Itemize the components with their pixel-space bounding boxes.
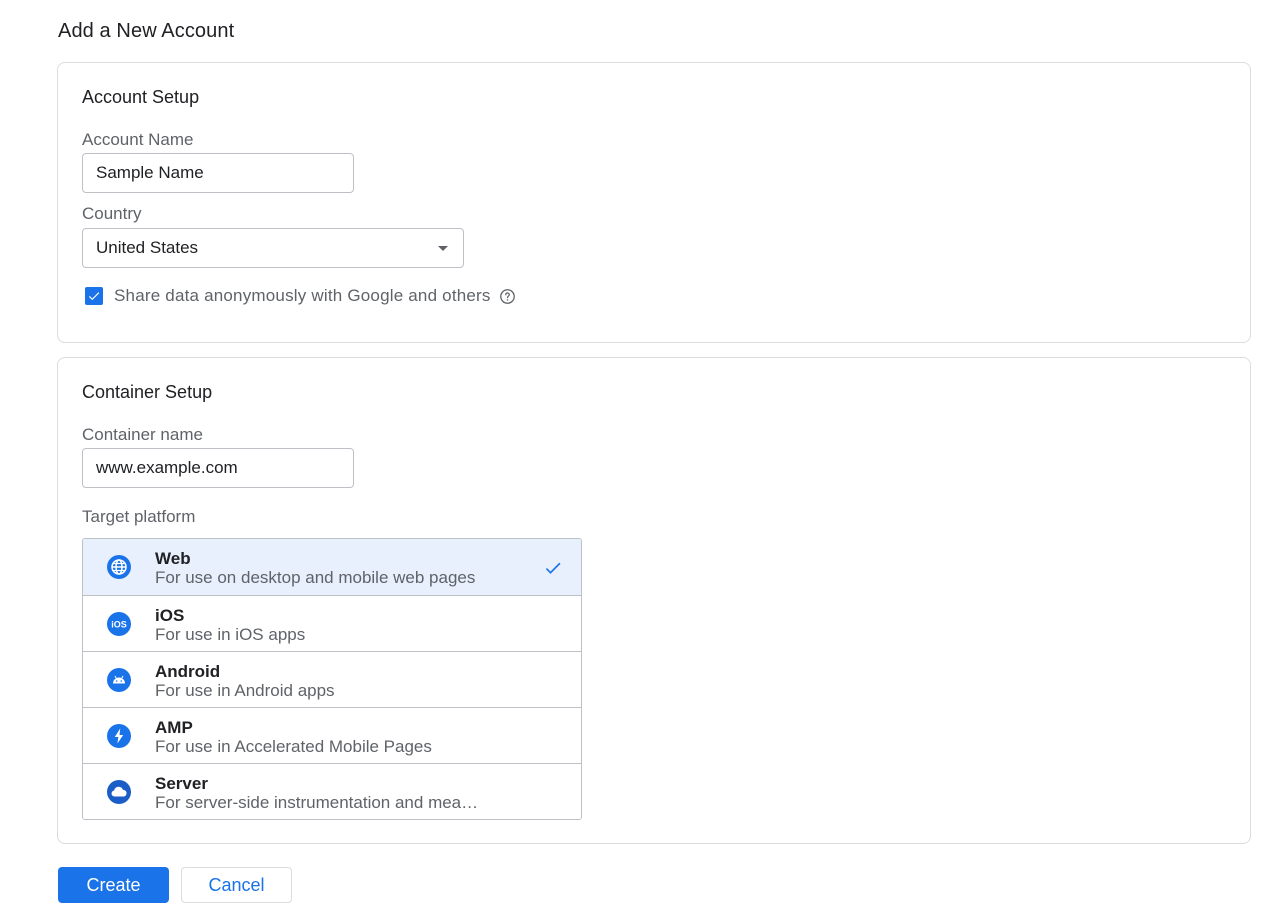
platform-description: For use in Android apps	[155, 682, 335, 700]
platform-option-web[interactable]: Web For use on desktop and mobile web pa…	[83, 539, 581, 595]
platform-option-ios[interactable]: iOS iOS For use in iOS apps	[83, 595, 581, 651]
ios-icon: iOS	[107, 612, 131, 636]
account-name-input[interactable]	[82, 153, 354, 193]
platform-option-server[interactable]: Server For server-side instrumentation a…	[83, 763, 581, 819]
container-name-label: Container name	[82, 425, 203, 444]
container-setup-title: Container Setup	[82, 382, 213, 402]
platform-description: For server-side instrumentation and meas…	[155, 794, 485, 812]
share-data-checkbox[interactable]	[85, 287, 103, 305]
country-select[interactable]: United States	[82, 228, 464, 268]
platform-option-amp[interactable]: AMP For use in Accelerated Mobile Pages	[83, 707, 581, 763]
selected-check-icon	[543, 558, 563, 583]
account-setup-title: Account Setup	[82, 87, 200, 107]
platform-description: For use in Accelerated Mobile Pages	[155, 738, 432, 756]
cloud-icon	[107, 780, 131, 804]
platform-name: AMP	[155, 718, 193, 737]
lightning-icon	[107, 724, 131, 748]
checkmark-icon	[88, 292, 100, 301]
container-setup-card: Container Setup Container name Target pl…	[57, 357, 1251, 844]
platform-description: For use in iOS apps	[155, 626, 306, 644]
help-icon[interactable]	[499, 288, 516, 305]
platform-description: For use on desktop and mobile web pages	[155, 569, 476, 587]
platform-name: iOS	[155, 606, 185, 625]
dropdown-arrow-icon	[438, 246, 448, 251]
page-title: Add a New Account	[58, 20, 235, 42]
create-button[interactable]: Create	[58, 867, 169, 903]
svg-text:iOS: iOS	[111, 620, 127, 630]
country-label: Country	[82, 204, 142, 223]
globe-icon	[107, 555, 131, 579]
container-name-input[interactable]	[82, 448, 354, 488]
platform-name: Android	[155, 662, 221, 681]
share-data-label: Share data anonymously with Google and o…	[114, 286, 491, 305]
platform-list: Web For use on desktop and mobile web pa…	[82, 538, 582, 820]
share-data-row: Share data anonymously with Google and o…	[85, 286, 516, 306]
country-select-value: United States	[96, 238, 199, 257]
platform-option-android[interactable]: Android For use in Android apps	[83, 651, 581, 707]
android-icon	[107, 668, 131, 692]
target-platform-label: Target platform	[82, 507, 196, 526]
account-setup-card: Account Setup Account Name Country Unite…	[57, 62, 1251, 343]
cancel-button[interactable]: Cancel	[181, 867, 292, 903]
platform-name: Server	[155, 774, 208, 793]
account-name-label: Account Name	[82, 130, 194, 149]
platform-name: Web	[155, 549, 191, 568]
